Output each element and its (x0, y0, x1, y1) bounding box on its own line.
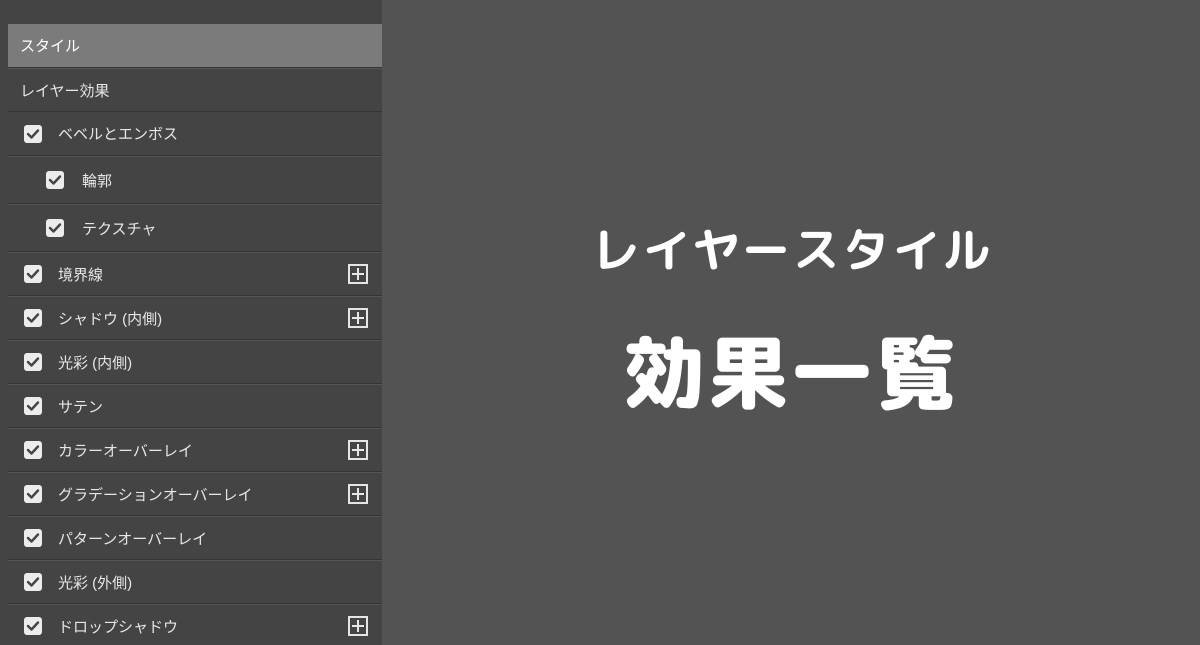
add-instance-icon[interactable] (348, 308, 368, 328)
effect-checkbox[interactable] (24, 353, 42, 371)
effect-row[interactable]: パターンオーバーレイ (8, 516, 382, 560)
effect-checkbox[interactable] (46, 171, 64, 189)
effect-checkbox[interactable] (24, 485, 42, 503)
effect-row[interactable]: 輪郭 (8, 156, 382, 204)
title-area: レイヤースタイル 効果一覧 (384, 0, 1200, 645)
effect-row[interactable]: サテン (8, 384, 382, 428)
title-line-2: 効果一覧 (624, 313, 960, 432)
effect-label: テクスチャ (82, 218, 156, 239)
effect-label: サテン (58, 396, 103, 417)
effect-row[interactable]: グラデーションオーバーレイ (8, 472, 382, 516)
effect-checkbox[interactable] (24, 265, 42, 283)
app-root: スタイル レイヤー効果 ベベルとエンボス輪郭テクスチャ境界線シャドウ (内側) 光… (0, 0, 1200, 645)
effect-row[interactable]: ベベルとエンボス (8, 112, 382, 156)
effect-row[interactable]: 光彩 (外側) (8, 560, 382, 604)
add-instance-icon[interactable] (348, 484, 368, 504)
effect-checkbox[interactable] (24, 309, 42, 327)
effect-checkbox[interactable] (24, 529, 42, 547)
effect-row[interactable]: カラーオーバーレイ (8, 428, 382, 472)
add-instance-icon[interactable] (348, 440, 368, 460)
add-instance-icon[interactable] (348, 264, 368, 284)
title-line-1: レイヤースタイル (592, 214, 992, 285)
effect-checkbox[interactable] (24, 441, 42, 459)
effect-row[interactable]: テクスチャ (8, 204, 382, 252)
effect-checkbox[interactable] (46, 219, 64, 237)
effect-checkbox[interactable] (24, 573, 42, 591)
effect-label: 境界線 (58, 264, 103, 285)
effect-label: カラーオーバーレイ (58, 440, 193, 461)
layer-effects-row[interactable]: レイヤー効果 (8, 68, 382, 112)
effect-label: ドロップシャドウ (58, 616, 178, 637)
effects-list: ベベルとエンボス輪郭テクスチャ境界線シャドウ (内側) 光彩 (内側) サテンカラー… (8, 112, 382, 645)
effect-label: パターンオーバーレイ (58, 528, 207, 549)
effect-label: 光彩 (内側) (58, 352, 132, 373)
effect-label: ベベルとエンボス (58, 123, 178, 144)
effect-label: グラデーションオーバーレイ (58, 484, 253, 505)
add-instance-icon[interactable] (348, 616, 368, 636)
layer-style-panel: スタイル レイヤー効果 ベベルとエンボス輪郭テクスチャ境界線シャドウ (内側) 光… (0, 0, 384, 645)
effect-checkbox[interactable] (24, 617, 42, 635)
effect-row[interactable]: シャドウ (内側) (8, 296, 382, 340)
layer-effects-label: レイヤー効果 (20, 80, 110, 101)
effect-row[interactable]: 光彩 (内側) (8, 340, 382, 384)
effect-label: 輪郭 (82, 170, 112, 191)
effect-row[interactable]: 境界線 (8, 252, 382, 296)
styles-header-row[interactable]: スタイル (8, 24, 382, 68)
effect-label: 光彩 (外側) (58, 572, 132, 593)
effect-label: シャドウ (内側) (58, 308, 162, 329)
effect-checkbox[interactable] (24, 125, 42, 143)
styles-header-label: スタイル (20, 35, 80, 56)
effect-row[interactable]: ドロップシャドウ (8, 604, 382, 645)
effect-checkbox[interactable] (24, 397, 42, 415)
